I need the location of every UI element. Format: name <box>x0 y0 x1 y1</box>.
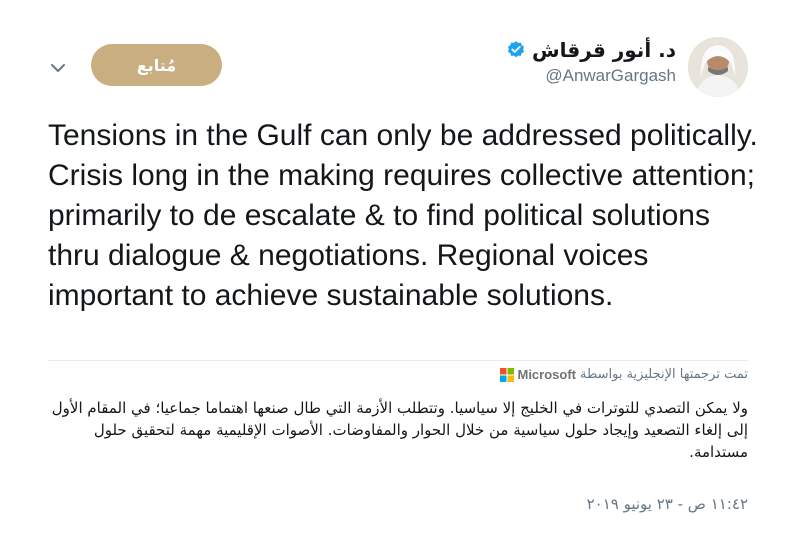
tweet-timestamp[interactable]: ١١:٤٢ ص - ٢٣ يونيو ٢٠١٩ <box>587 495 748 513</box>
tweet-header: مُتابع د. أنور قرقاش @AnwarGargash <box>0 0 794 110</box>
microsoft-logo-text: Microsoft <box>517 367 576 382</box>
microsoft-logo: Microsoft <box>500 367 576 382</box>
avatar[interactable] <box>688 37 748 97</box>
verified-badge-icon <box>506 40 526 60</box>
microsoft-logo-icon <box>500 367 515 382</box>
chevron-down-icon[interactable] <box>46 56 70 80</box>
tweet-card: مُتابع د. أنور قرقاش @AnwarGargash Tensi… <box>0 0 794 536</box>
user-info[interactable]: د. أنور قرقاش @AnwarGargash <box>506 38 676 86</box>
user-handle[interactable]: @AnwarGargash <box>506 66 676 86</box>
translated-by-label: تمت ترجمتها الإنجليزية بواسطة <box>579 367 748 382</box>
translated-text: ولا يمكن التصدي للتوترات في الخليج إلا س… <box>51 399 748 461</box>
following-button[interactable]: مُتابع <box>91 44 222 86</box>
tweet-text: Tensions in the Gulf can only be address… <box>48 119 758 312</box>
translation-attribution[interactable]: تمت ترجمتها الإنجليزية بواسطة Microsoft <box>500 367 748 382</box>
divider <box>48 360 748 361</box>
display-name[interactable]: د. أنور قرقاش <box>532 38 676 62</box>
